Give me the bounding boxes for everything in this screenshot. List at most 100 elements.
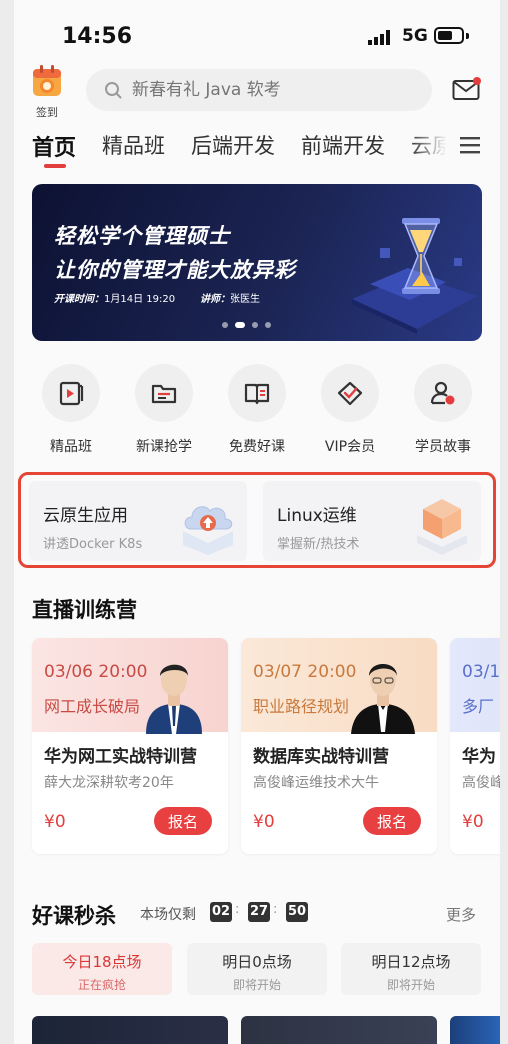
tab-fade — [410, 128, 456, 164]
quick-entry-label: VIP会员 — [324, 439, 376, 455]
tab-backend[interactable]: 后端开发 — [191, 130, 275, 160]
banner-time-value: 1月14日 19:20 — [104, 294, 176, 305]
pagination-dot[interactable] — [265, 322, 271, 328]
flash-sale-title: 好课秒杀 — [32, 904, 116, 928]
live-card-date: 03/07 20:00 — [253, 662, 357, 682]
live-card-name: 数据库实战特训营 — [253, 747, 389, 767]
quick-entry-circle — [414, 364, 472, 422]
signup-button[interactable]: 报名 — [363, 807, 421, 835]
quick-entry-label: 学员故事 — [415, 439, 471, 455]
cube-icon — [417, 499, 467, 555]
promo-title: Linux运维 — [277, 506, 357, 526]
countdown-hours: 02 — [210, 902, 232, 922]
course-thumbnail[interactable] — [450, 1016, 500, 1044]
live-card[interactable]: 03/06 20:00 网工成长破局 华为网工实战特训营 薛大龙深耕软考20年 … — [32, 638, 228, 854]
live-card-date: 03/06 20:00 — [44, 662, 148, 682]
promo-highlight-box: 云原生应用 讲透Docker K8s Linux运维 掌握新/热技术 — [18, 472, 496, 568]
checkin-button[interactable]: 签到 — [32, 64, 62, 119]
live-card-price: ¥0 — [462, 812, 484, 832]
live-card-tag: 多厂 — [462, 697, 495, 716]
session-status: 即将开始 — [386, 978, 435, 992]
session-tab-tomorrow-12[interactable]: 明日12点场 即将开始 — [341, 943, 481, 995]
checkin-label: 签到 — [36, 106, 58, 119]
calendar-checkin-icon — [33, 65, 61, 96]
banner-headline: 轻松学个管理硕士 — [54, 224, 230, 248]
live-section-title: 直播训练营 — [32, 598, 137, 622]
live-card[interactable]: 03/1 多厂 华为 高俊峰 ¥0 — [450, 638, 500, 854]
pagination-dot-active[interactable] — [235, 322, 245, 328]
countdown-separator: : — [273, 902, 278, 917]
cloud-upload-icon — [183, 506, 233, 555]
course-thumbnail[interactable] — [32, 1016, 228, 1044]
search-bar[interactable] — [86, 69, 432, 111]
quick-entry-vip[interactable]: VIP会员 — [311, 364, 389, 460]
network-label: 5G — [402, 26, 428, 46]
status-time: 14:56 — [62, 24, 133, 49]
quick-entry-premium[interactable]: 精品班 — [32, 364, 110, 460]
banner-time: 开课时间：1月14日 19:20 — [54, 290, 175, 305]
promo-subtitle: 掌握新/热技术 — [277, 537, 360, 552]
battery-tip — [466, 33, 469, 39]
live-card-header: 03/1 多厂 — [450, 638, 500, 732]
countdown-separator: : — [235, 902, 240, 917]
more-link[interactable]: 更多 — [446, 904, 476, 925]
quick-entry-label: 精品班 — [50, 439, 92, 455]
live-card-price: ¥0 — [44, 812, 66, 832]
banner-pagination — [222, 322, 271, 328]
live-card-tag: 职业路径规划 — [253, 697, 350, 716]
quick-entry-circle — [135, 364, 193, 422]
pagination-dot[interactable] — [252, 322, 258, 328]
tab-home[interactable]: 首页 — [32, 130, 76, 168]
signup-button[interactable]: 报名 — [154, 807, 212, 835]
tab-frontend[interactable]: 前端开发 — [301, 130, 385, 160]
quick-entries: 精品班 新课抢学 免费好课 VIP会员 学员故事 — [32, 364, 482, 460]
promo-card-cloud-native[interactable]: 云原生应用 讲透Docker K8s — [29, 481, 247, 561]
promo-title: 云原生应用 — [43, 506, 128, 526]
mail-icon[interactable] — [452, 76, 482, 102]
session-tab-today-18[interactable]: 今日18点场 正在疯抢 — [32, 943, 172, 995]
hourglass-icon — [352, 218, 477, 334]
session-tab-tomorrow-0[interactable]: 明日0点场 即将开始 — [187, 943, 327, 995]
menu-icon[interactable] — [458, 134, 482, 156]
pagination-dot[interactable] — [222, 322, 228, 328]
banner-lecturer-value: 张医生 — [230, 294, 260, 305]
banner-lecturer-label: 讲师： — [200, 294, 230, 305]
promo-banner[interactable]: 轻松学个管理硕士 让你的管理才能大放异彩 开课时间：1月14日 19:20 讲师… — [32, 184, 482, 341]
quick-entry-free-course[interactable]: 免费好课 — [218, 364, 296, 460]
tab-premium[interactable]: 精品班 — [102, 130, 165, 160]
quick-entry-label: 免费好课 — [229, 439, 285, 455]
quick-entry-circle — [42, 364, 100, 422]
live-card-price: ¥0 — [253, 812, 275, 832]
banner-lecturer: 讲师：张医生 — [200, 290, 260, 305]
live-card[interactable]: 03/07 20:00 职业路径规划 数据库实战特训营 高俊峰运维技术大牛 ¥0… — [241, 638, 437, 854]
search-icon — [105, 82, 122, 99]
lecturer-photo — [146, 664, 202, 734]
app-screen: 14:56 5G 签到 首页 精品班 后端开发 前端开发 — [14, 0, 500, 1044]
live-card-subtitle: 高俊峰运维技术大牛 — [253, 775, 379, 791]
live-card-header: 03/07 20:00 职业路径规划 — [241, 638, 437, 734]
quick-entry-circle — [321, 364, 379, 422]
battery-icon — [434, 27, 464, 44]
open-book-icon — [244, 383, 270, 405]
diamond-icon — [337, 381, 363, 406]
quick-entry-new-course[interactable]: 新课抢学 — [125, 364, 203, 460]
live-card-name: 华为 — [462, 747, 496, 767]
signal-icon — [368, 30, 390, 45]
countdown-seconds: 50 — [286, 902, 308, 922]
quick-entry-label: 新课抢学 — [136, 439, 192, 455]
live-card-header: 03/06 20:00 网工成长破局 — [32, 638, 228, 734]
search-input[interactable] — [132, 80, 412, 100]
promo-card-linux[interactable]: Linux运维 掌握新/热技术 — [263, 481, 481, 561]
live-card-subtitle: 高俊峰 — [462, 775, 500, 791]
banner-subheadline: 让你的管理才能大放异彩 — [54, 258, 296, 282]
countdown-minutes: 27 — [248, 902, 270, 922]
session-title: 今日18点场 — [62, 953, 142, 971]
session-status: 正在疯抢 — [77, 978, 126, 992]
live-card-name: 华为网工实战特训营 — [44, 747, 197, 767]
course-thumbnail[interactable] — [241, 1016, 437, 1044]
flash-remain-label: 本场仅剩 — [140, 907, 196, 923]
folder-icon — [151, 384, 177, 404]
session-title: 明日0点场 — [222, 953, 292, 971]
promo-subtitle: 讲透Docker K8s — [43, 537, 143, 552]
quick-entry-stories[interactable]: 学员故事 — [404, 364, 482, 460]
